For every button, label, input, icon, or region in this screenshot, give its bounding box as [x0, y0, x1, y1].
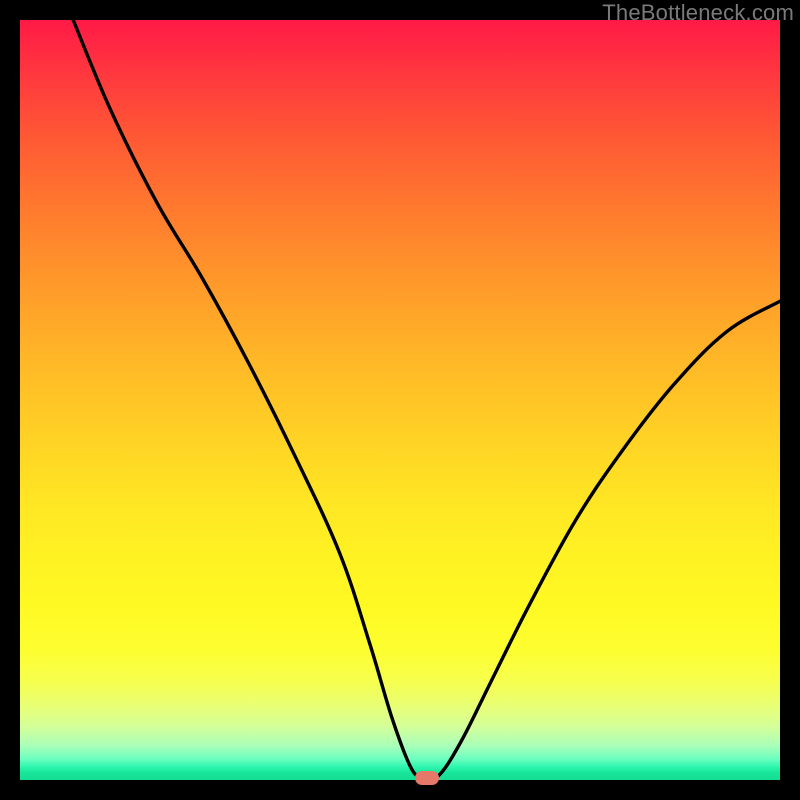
bottleneck-curve-path — [73, 20, 780, 779]
watermark-text: TheBottleneck.com — [602, 0, 794, 26]
chart-container: TheBottleneck.com — [0, 0, 800, 800]
bottleneck-curve-svg — [20, 20, 780, 780]
minimum-marker-icon — [415, 771, 439, 785]
